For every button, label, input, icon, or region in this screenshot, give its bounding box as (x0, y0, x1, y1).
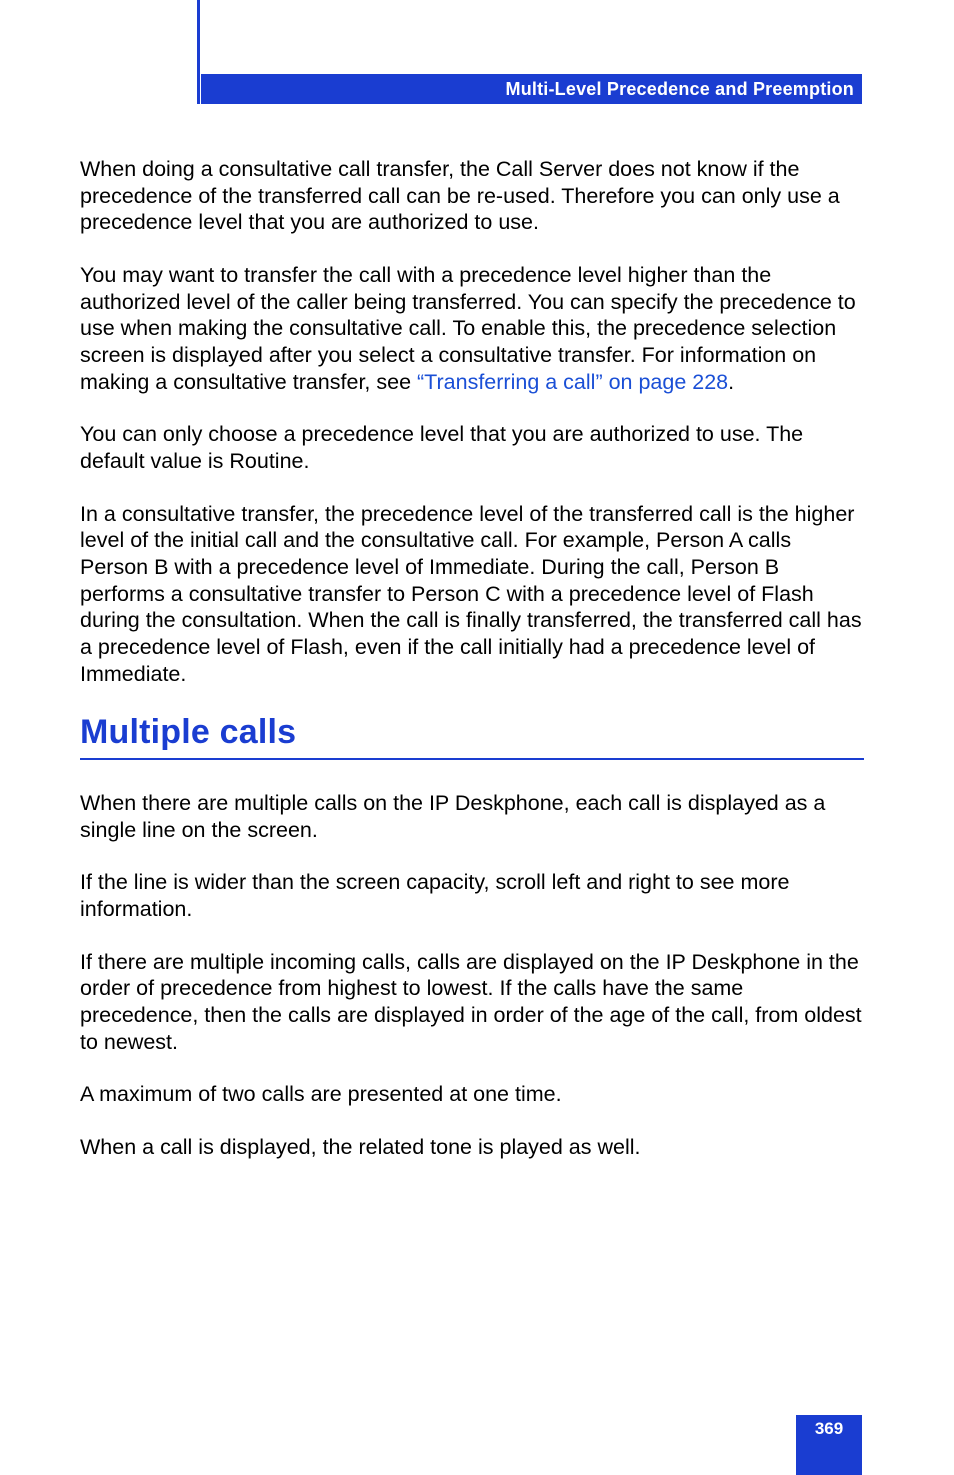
paragraph: You can only choose a precedence level t… (80, 421, 864, 474)
section-heading: Multiple calls (80, 713, 864, 752)
section-heading-rule (80, 758, 864, 760)
paragraph: A maximum of two calls are presented at … (80, 1081, 864, 1108)
running-header: Multi-Level Precedence and Preemption (506, 79, 855, 100)
content-area: When doing a consultative call transfer,… (80, 156, 864, 1161)
paragraph: When there are multiple calls on the IP … (80, 790, 864, 843)
header-vertical-rule (197, 0, 200, 104)
paragraph: If the line is wider than the screen cap… (80, 869, 864, 922)
cross-reference-link[interactable]: “Transferring a call” on page 228 (417, 370, 728, 394)
paragraph: If there are multiple incoming calls, ca… (80, 949, 864, 1056)
page-number: 369 (796, 1415, 862, 1443)
paragraph-text: . (728, 370, 734, 394)
page-number-decoration (796, 1443, 862, 1475)
paragraph: When doing a consultative call transfer,… (80, 156, 864, 236)
page-container: Multi-Level Precedence and Preemption Wh… (0, 0, 954, 1475)
paragraph: When a call is displayed, the related to… (80, 1134, 864, 1161)
paragraph: You may want to transfer the call with a… (80, 262, 864, 395)
paragraph: In a consultative transfer, the preceden… (80, 501, 864, 688)
